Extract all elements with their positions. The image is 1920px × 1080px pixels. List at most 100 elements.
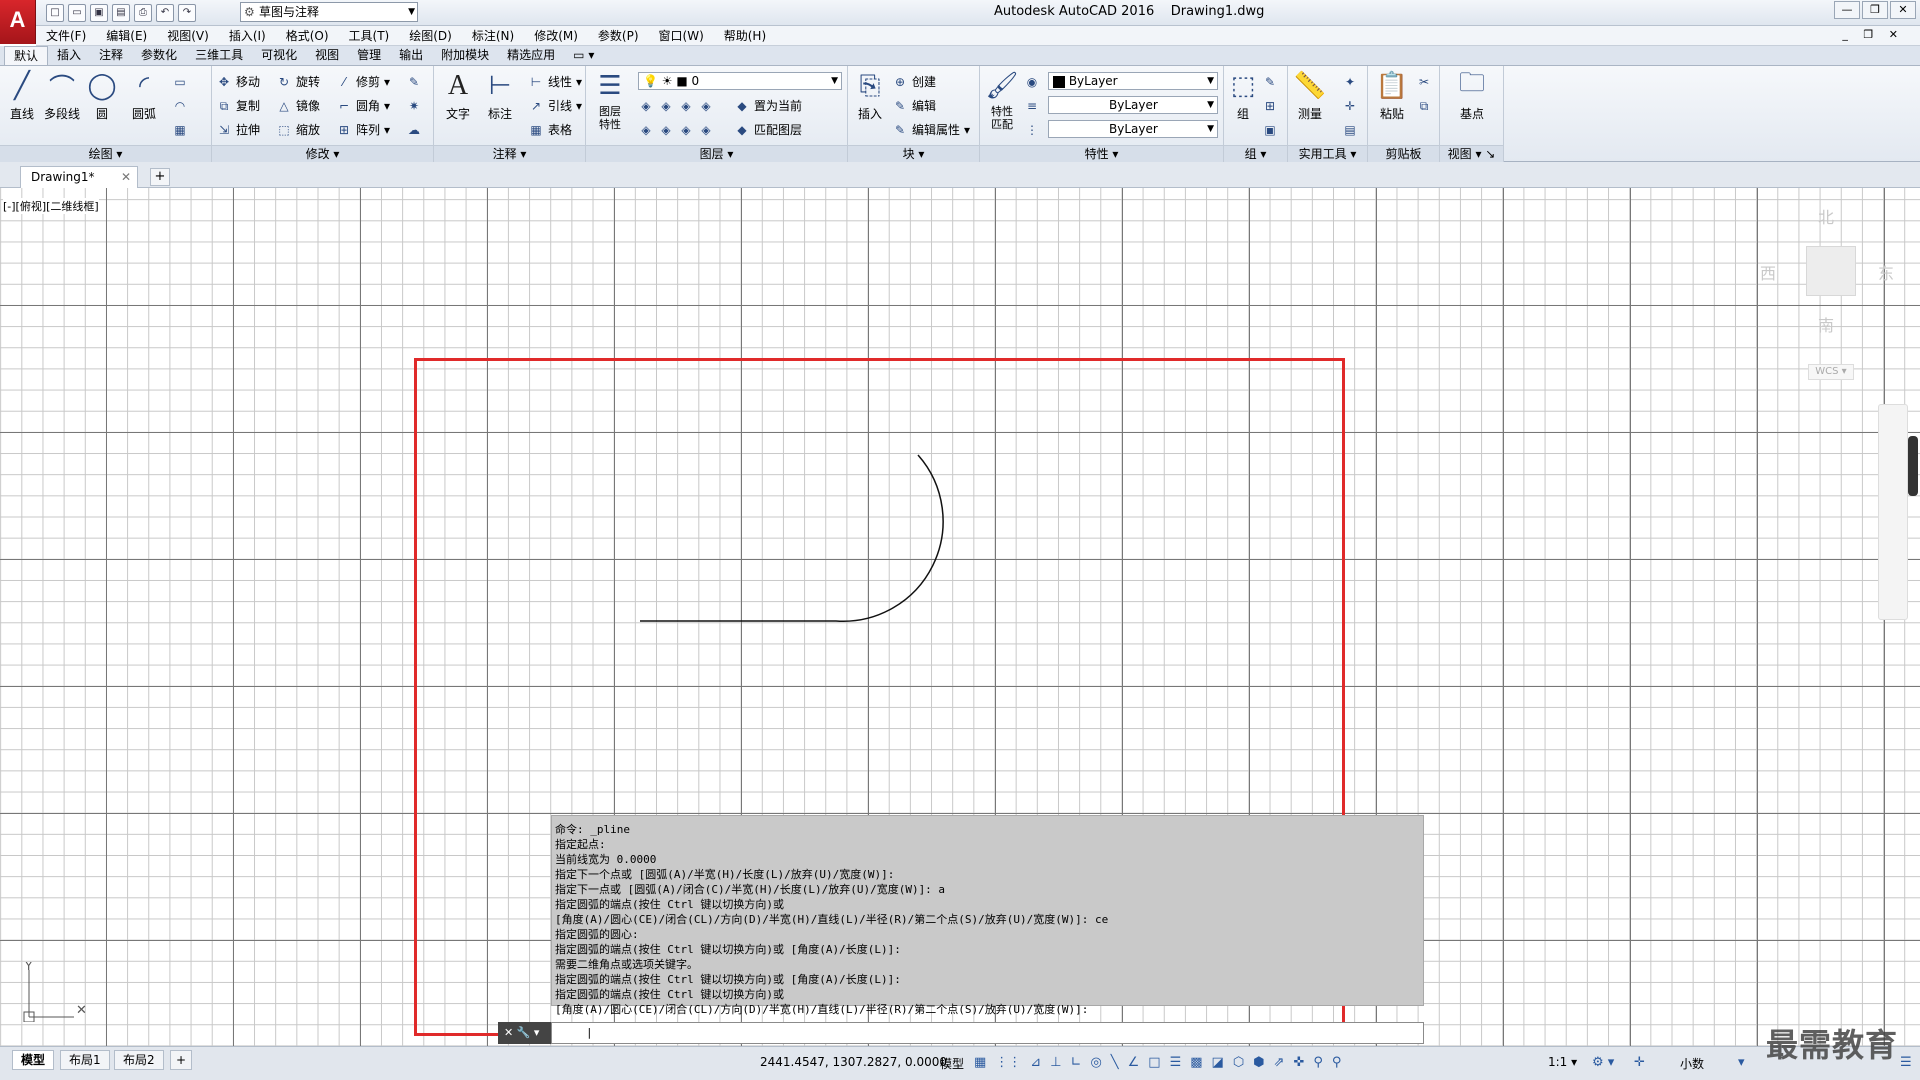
menu-item[interactable]: 插入(I) xyxy=(219,27,276,44)
polyline-button[interactable]: ⌒ 多段线 xyxy=(42,70,82,122)
snap-icon[interactable]: ⋮⋮ xyxy=(995,1055,1021,1070)
utilities-panel-title[interactable]: 实用工具 ▾ xyxy=(1288,145,1367,162)
gizmo-icon[interactable]: ✜ xyxy=(1293,1055,1304,1070)
point-style-button[interactable]: ✦ xyxy=(1342,72,1358,92)
dynamic-ucs-icon[interactable]: ⬢ xyxy=(1253,1055,1264,1070)
layer-properties-button[interactable]: ☰ 图层 特性 xyxy=(588,70,632,131)
paste-button[interactable]: 📋 粘贴 xyxy=(1372,70,1412,122)
color-wheel-icon[interactable]: ◉ xyxy=(1024,72,1040,92)
rectangle-button[interactable]: ▭ xyxy=(172,72,188,92)
viewcube-south[interactable]: 南 xyxy=(1818,312,1834,336)
command-line-handle[interactable]: ✕ 🔧 ▾ xyxy=(498,1022,551,1044)
modify-panel-title[interactable]: 修改 ▾ xyxy=(212,145,433,162)
table-button[interactable]: ▦ 表格 xyxy=(528,120,572,140)
lineweight-dropdown[interactable]: ByLayer ▼ xyxy=(1048,120,1218,138)
grid-icon[interactable]: ▦ xyxy=(974,1055,986,1070)
workspace-switch-icon[interactable]: ⚙ ▾ xyxy=(1592,1055,1614,1070)
circle-button[interactable]: ◯ 圆 xyxy=(82,70,122,122)
color-dropdown[interactable]: ByLayer ▼ xyxy=(1048,72,1218,90)
new-tab-button[interactable]: + xyxy=(150,168,170,186)
ribbon-tab[interactable]: 输出 xyxy=(390,46,432,65)
workspace-selector[interactable]: 草图与注释 ▼ xyxy=(240,2,418,22)
linetype-dropdown[interactable]: ByLayer ▼ xyxy=(1048,96,1218,114)
selection-cycling-icon[interactable]: ◪ xyxy=(1212,1055,1224,1070)
add-layout-button[interactable]: + xyxy=(170,1050,192,1070)
stretch-button[interactable]: ⇲ 拉伸 xyxy=(216,120,260,140)
print-icon[interactable]: ⎙ xyxy=(134,4,152,22)
auto-scale-icon[interactable]: ⚲ xyxy=(1332,1055,1342,1070)
dynamic-input-icon[interactable]: ⊥ xyxy=(1050,1055,1061,1070)
group-edit-button[interactable]: ⊞ xyxy=(1262,96,1278,116)
block-panel-title[interactable]: 块 ▾ xyxy=(848,145,979,162)
menu-item[interactable]: 帮助(H) xyxy=(714,27,776,44)
match-layer-button[interactable]: ◆ 匹配图层 xyxy=(734,120,802,140)
layout1-tab[interactable]: 布局1 xyxy=(60,1050,110,1070)
ungroup-button[interactable]: ✎ xyxy=(1262,72,1278,92)
selection-filter-icon[interactable]: ⇗ xyxy=(1274,1055,1285,1070)
ribbon-tab[interactable]: 插入 xyxy=(48,46,90,65)
units-selector[interactable]: 小数 xyxy=(1680,1055,1704,1072)
model-space-button[interactable]: 模型 xyxy=(940,1055,964,1072)
menu-item[interactable]: 工具(T) xyxy=(339,27,400,44)
ribbon-tab[interactable]: 精选应用 xyxy=(498,46,564,65)
edit-attributes-button[interactable]: ✎ 编辑属性 ▾ xyxy=(892,120,970,140)
menu-item[interactable]: 编辑(E) xyxy=(96,27,157,44)
ribbon-tab[interactable]: 附加模块 xyxy=(432,46,498,65)
array-button[interactable]: ⊞ 阵列 ▾ xyxy=(336,120,390,140)
object-snap-icon[interactable]: □ xyxy=(1148,1055,1160,1070)
layer-dropdown[interactable]: 💡 ☀ ■ 0 ▼ xyxy=(638,72,842,90)
menu-item[interactable]: 窗口(W) xyxy=(649,27,714,44)
application-menu-button[interactable]: A xyxy=(0,0,36,44)
open-icon[interactable]: ▭ xyxy=(68,4,86,22)
lineweight-icon[interactable]: ≡ xyxy=(1024,96,1040,116)
ribbon-tab[interactable]: 三维工具 xyxy=(186,46,252,65)
lineweight-toggle-icon[interactable]: ☰ xyxy=(1170,1055,1182,1070)
menu-item[interactable]: 文件(F) xyxy=(36,27,96,44)
undo-icon[interactable]: ↶ xyxy=(156,4,174,22)
fillet-button[interactable]: ⌐ 圆角 ▾ xyxy=(336,96,390,116)
close-icon[interactable]: ✕ xyxy=(1890,1,1916,19)
document-window-controls[interactable]: _ ❐ ✕ xyxy=(1832,28,1914,41)
annotation-panel-title[interactable]: 注释 ▾ xyxy=(434,145,585,162)
annotation-monitor-icon[interactable]: ✛ xyxy=(1634,1055,1645,1070)
group-button[interactable]: ⬚ 组 xyxy=(1226,70,1260,122)
3d-osnap-icon[interactable]: ⬡ xyxy=(1233,1055,1244,1070)
offset-button[interactable]: ☁ xyxy=(406,120,422,140)
ribbon-tab[interactable]: 注释 xyxy=(90,46,132,65)
menu-item[interactable]: 绘图(D) xyxy=(399,27,462,44)
layer-tools-row2[interactable]: ◈ ◈ ◈ ◈ xyxy=(638,120,714,140)
command-input[interactable]: | xyxy=(551,1022,1424,1044)
document-tab[interactable]: Drawing1* ✕ xyxy=(20,166,138,188)
calculator-button[interactable]: ▤ xyxy=(1342,120,1358,140)
clipboard-panel-title[interactable]: 剪贴板 xyxy=(1368,145,1439,162)
minimize-icon[interactable]: — xyxy=(1834,1,1860,19)
model-tab[interactable]: 模型 xyxy=(12,1050,55,1070)
text-button[interactable]: A 文字 xyxy=(438,70,478,122)
infer-icon[interactable]: ⊿ xyxy=(1030,1055,1041,1070)
vertical-scroll-handle[interactable] xyxy=(1908,436,1918,496)
create-block-button[interactable]: ⊕ 创建 xyxy=(892,72,936,92)
cut-button[interactable]: ✂ xyxy=(1416,72,1432,92)
group-select-button[interactable]: ▣ xyxy=(1262,120,1278,140)
restore-icon[interactable]: ❐ xyxy=(1862,1,1888,19)
viewcube-west[interactable]: 西 xyxy=(1760,260,1776,284)
close-icon[interactable]: ✕ xyxy=(121,167,131,187)
ribbon-minimize-icon[interactable]: ▭ ▾ xyxy=(564,46,603,65)
measure-button[interactable]: 📏 测量 xyxy=(1290,70,1330,122)
base-view-button[interactable]: 🗀 基点 xyxy=(1452,68,1492,122)
ribbon-tab[interactable]: 默认 xyxy=(4,46,49,65)
menu-item[interactable]: 格式(O) xyxy=(276,27,339,44)
boundary-button[interactable]: ▦ xyxy=(172,120,188,140)
viewcube[interactable]: 北 南 东 西 xyxy=(1754,200,1894,340)
polar-icon[interactable]: ◎ xyxy=(1090,1055,1101,1070)
menu-item[interactable]: 标注(N) xyxy=(462,27,524,44)
redo-icon[interactable]: ↷ xyxy=(178,4,196,22)
new-icon[interactable]: □ xyxy=(46,4,64,22)
dimension-button[interactable]: ⊢ 标注 xyxy=(480,70,520,122)
rotate-button[interactable]: ↻ 旋转 xyxy=(276,72,320,92)
ribbon-tab[interactable]: 参数化 xyxy=(132,46,186,65)
explode-button[interactable]: ✷ xyxy=(406,96,422,116)
annotation-scale[interactable]: 1:1 ▾ xyxy=(1548,1055,1577,1069)
scale-button[interactable]: ⬚ 缩放 xyxy=(276,120,320,140)
set-current-button[interactable]: ◆ 置为当前 xyxy=(734,96,802,116)
